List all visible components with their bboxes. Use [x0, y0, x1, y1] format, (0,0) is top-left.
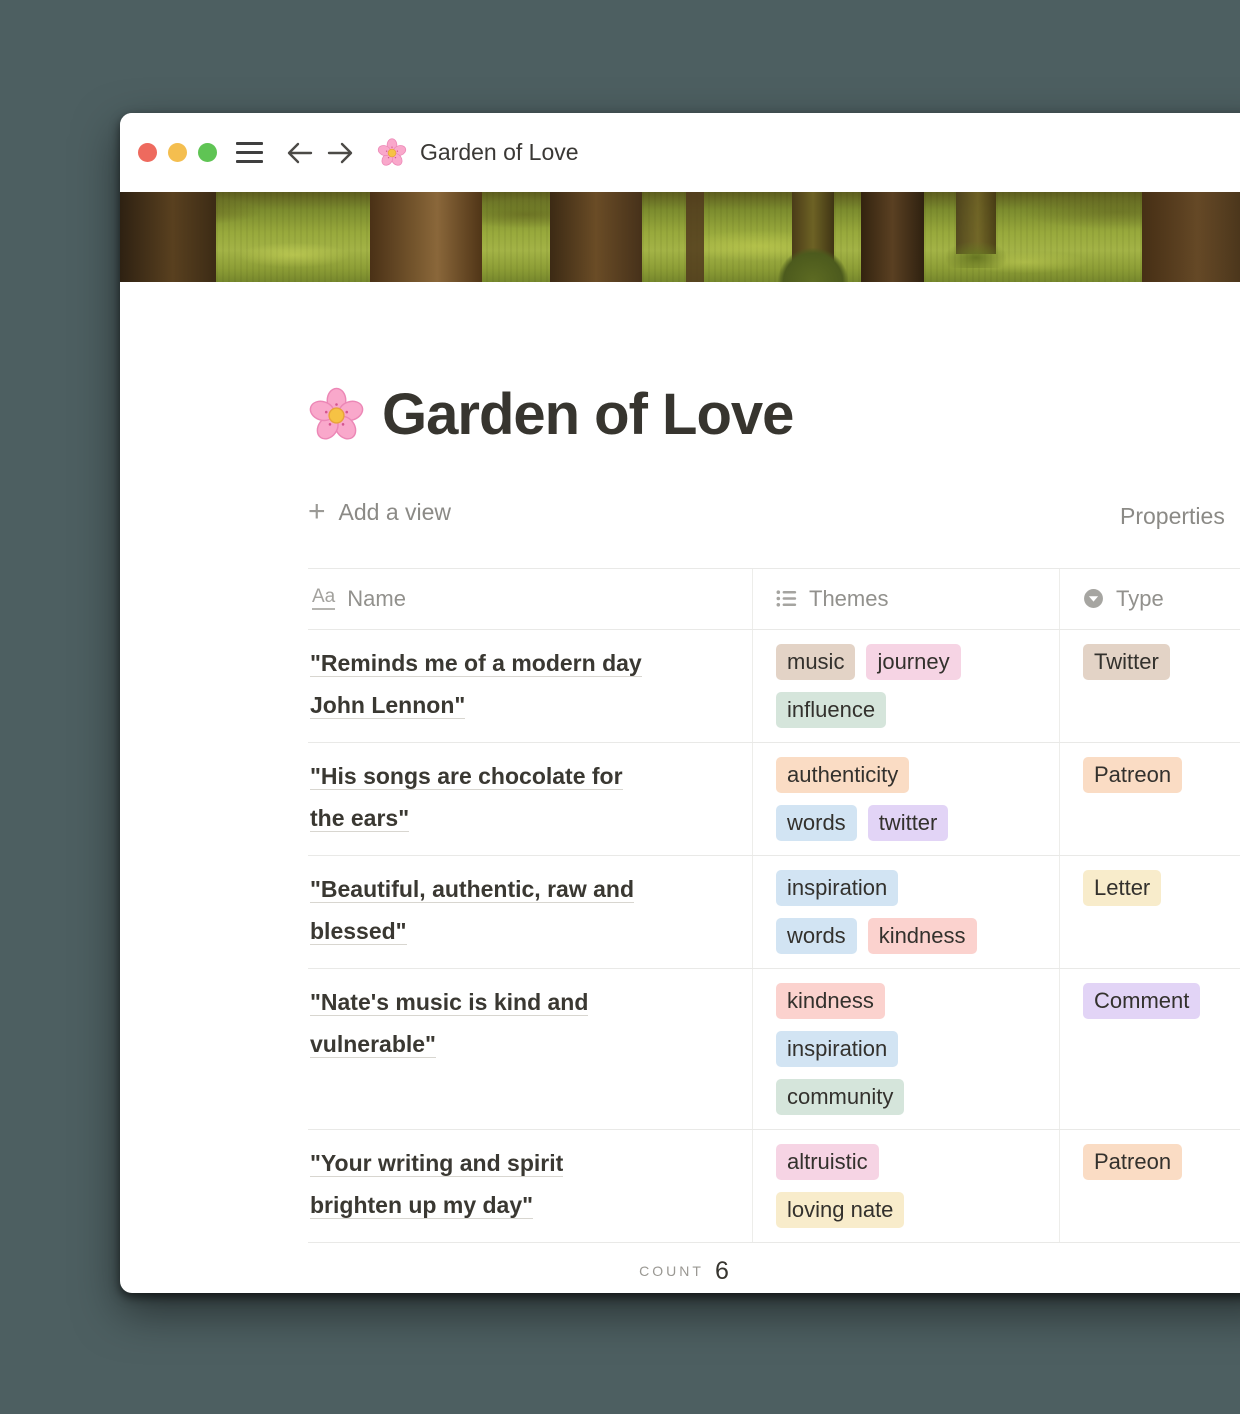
- themes-cell[interactable]: authenticity words twitter: [753, 743, 1060, 855]
- name-cell[interactable]: "Your writing and spirit brighten up my d…: [308, 1130, 753, 1242]
- type-cell[interactable]: Letter: [1060, 856, 1240, 968]
- themes-cell[interactable]: inspiration words kindness: [753, 856, 1060, 968]
- theme-tag[interactable]: music: [776, 644, 855, 680]
- row-title-text: "Your writing and spirit: [310, 1150, 563, 1177]
- column-header-themes[interactable]: Themes: [753, 569, 1060, 629]
- table-row: "Your writing and spirit brighten up my d…: [308, 1130, 1240, 1243]
- tree-trunk: [120, 192, 216, 282]
- view-toolbar: + Add a view Properties: [308, 499, 1240, 535]
- title-property-icon: Aa: [312, 587, 335, 610]
- notion-window: Garden of Love: [120, 113, 1240, 1293]
- titlebar-title: Garden of Love: [420, 139, 579, 166]
- table-row: "Reminds me of a modern day John Lennon" m…: [308, 630, 1240, 743]
- name-cell[interactable]: "Beautiful, authentic, raw and blessed": [308, 856, 753, 968]
- themes-cell[interactable]: music journey influence: [753, 630, 1060, 742]
- type-tag[interactable]: Patreon: [1083, 1144, 1182, 1180]
- theme-tag[interactable]: loving nate: [776, 1192, 904, 1228]
- theme-tag[interactable]: journey: [866, 644, 960, 680]
- plus-icon: +: [308, 500, 326, 524]
- tree-trunk: [1142, 192, 1240, 282]
- tree-trunk: [370, 192, 482, 282]
- table-body: "Reminds me of a modern day John Lennon" m…: [308, 630, 1240, 1243]
- type-tag[interactable]: Letter: [1083, 870, 1161, 906]
- type-tag[interactable]: Patreon: [1083, 757, 1182, 793]
- window-titlebar: Garden of Love: [120, 113, 1240, 192]
- page-content: Garden of Love + Add a view Properties A…: [120, 282, 1240, 1293]
- column-header-name[interactable]: Aa Name: [308, 569, 753, 629]
- titlebar-flower-icon: [377, 138, 407, 168]
- type-cell[interactable]: Patreon: [1060, 743, 1240, 855]
- theme-tag[interactable]: influence: [776, 692, 886, 728]
- multiselect-list-icon: [776, 588, 797, 609]
- minimize-button[interactable]: [168, 143, 187, 162]
- theme-tag[interactable]: kindness: [868, 918, 977, 954]
- type-cell[interactable]: Patreon: [1060, 1130, 1240, 1242]
- tree-trunk: [792, 192, 834, 282]
- tree-trunk: [861, 192, 924, 282]
- themes-cell[interactable]: altruistic loving nate: [753, 1130, 1060, 1242]
- traffic-lights: [138, 143, 217, 162]
- tree-trunk: [550, 192, 642, 282]
- tree-trunk: [956, 192, 996, 254]
- count-label: COUNT: [639, 1263, 704, 1279]
- select-icon: [1083, 588, 1104, 609]
- row-title-text: brighten up my day": [310, 1192, 533, 1219]
- name-cell[interactable]: "Reminds me of a modern day John Lennon": [308, 630, 753, 742]
- page-title: Garden of Love: [382, 382, 793, 449]
- theme-tag[interactable]: words: [776, 918, 857, 954]
- add-view-label: Add a view: [339, 499, 452, 526]
- count-footer[interactable]: COUNT 6: [308, 1243, 1060, 1293]
- theme-tag[interactable]: authenticity: [776, 757, 909, 793]
- close-button[interactable]: [138, 143, 157, 162]
- menu-icon[interactable]: [236, 142, 263, 163]
- column-header-type[interactable]: Type: [1060, 569, 1240, 629]
- count-value: 6: [715, 1257, 729, 1286]
- moss-ground: [120, 192, 1240, 282]
- theme-tag[interactable]: altruistic: [776, 1144, 879, 1180]
- database-table: Aa Name Themes: [308, 568, 1240, 1293]
- column-label-name: Name: [347, 586, 406, 612]
- cover-image: [120, 192, 1240, 282]
- add-view-button[interactable]: + Add a view: [308, 499, 451, 526]
- row-title-text: "Beautiful, authentic, raw and: [310, 876, 634, 903]
- table-row: "Beautiful, authentic, raw and blessed" in…: [308, 856, 1240, 969]
- theme-tag[interactable]: words: [776, 805, 857, 841]
- forward-icon[interactable]: [325, 140, 355, 166]
- row-title-text: "Nate's music is kind and: [310, 989, 588, 1016]
- page-flower-icon[interactable]: [308, 387, 365, 444]
- theme-tag[interactable]: community: [776, 1079, 904, 1115]
- row-title-text: John Lennon": [310, 692, 465, 719]
- theme-tag[interactable]: inspiration: [776, 870, 898, 906]
- row-title-text: "His songs are chocolate for: [310, 763, 623, 790]
- table-header-row: Aa Name Themes: [308, 568, 1240, 630]
- row-title-text: blessed": [310, 918, 407, 945]
- theme-tag[interactable]: inspiration: [776, 1031, 898, 1067]
- type-tag[interactable]: Twitter: [1083, 644, 1170, 680]
- back-icon[interactable]: [285, 140, 315, 166]
- row-title-text: "Reminds me of a modern day: [310, 650, 642, 677]
- column-label-type: Type: [1116, 586, 1164, 612]
- properties-button[interactable]: Properties: [1120, 503, 1225, 530]
- row-title-text: vulnerable": [310, 1031, 436, 1058]
- tree-trunk: [686, 192, 704, 282]
- themes-cell[interactable]: kindness inspiration community: [753, 969, 1060, 1129]
- name-cell[interactable]: "Nate's music is kind and vulnerable": [308, 969, 753, 1129]
- table-row: "His songs are chocolate for the ears" aut…: [308, 743, 1240, 856]
- row-title-text: the ears": [310, 805, 409, 832]
- table-row: "Nate's music is kind and vulnerable" kind…: [308, 969, 1240, 1130]
- type-cell[interactable]: Comment: [1060, 969, 1240, 1129]
- page-title-row: Garden of Love: [308, 282, 1240, 449]
- theme-tag[interactable]: kindness: [776, 983, 885, 1019]
- theme-tag[interactable]: twitter: [868, 805, 949, 841]
- type-tag[interactable]: Comment: [1083, 983, 1200, 1019]
- zoom-button[interactable]: [198, 143, 217, 162]
- type-cell[interactable]: Twitter: [1060, 630, 1240, 742]
- name-cell[interactable]: "His songs are chocolate for the ears": [308, 743, 753, 855]
- column-label-themes: Themes: [809, 586, 888, 612]
